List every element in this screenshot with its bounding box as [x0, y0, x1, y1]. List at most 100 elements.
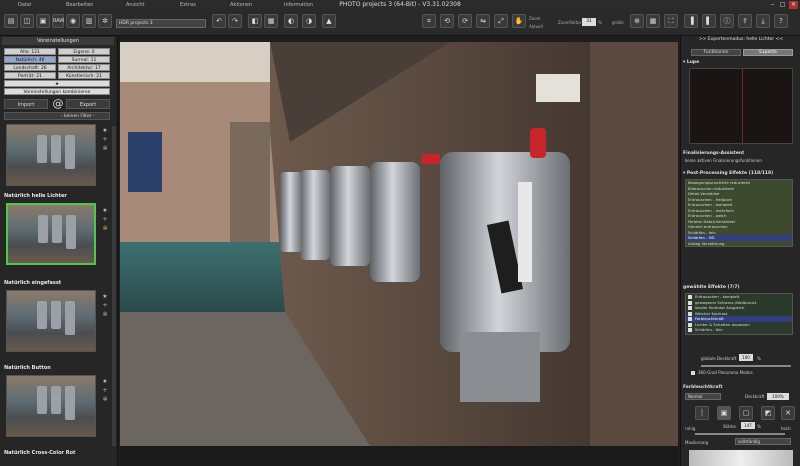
grid-icon[interactable]: ▦ — [646, 14, 660, 28]
filter-eigene[interactable]: Eigene: 0 — [58, 48, 110, 55]
hand-icon[interactable]: ✋ — [512, 14, 526, 28]
filter-portraet[interactable]: Porträt: 21 — [4, 72, 56, 79]
effect-checkbox[interactable] — [688, 322, 692, 327]
effect-checkbox[interactable] — [688, 328, 692, 332]
panel-left-icon[interactable]: ▐ — [684, 14, 698, 28]
share-icon[interactable]: ⇪ — [738, 14, 752, 28]
selected-effect-item[interactable]: Schärfen - fein — [686, 327, 792, 333]
zoom-in-icon[interactable]: ⊕ — [630, 14, 644, 28]
filter-select[interactable]: - keinen Filter - — [4, 112, 110, 120]
open-image-icon[interactable]: ◫ — [20, 14, 34, 28]
save-icon[interactable]: ▣ — [36, 14, 50, 28]
redo-icon[interactable]: ↷ — [228, 14, 242, 28]
tab-experte[interactable]: Experte — [743, 49, 793, 56]
camera-icon[interactable]: ◉ — [66, 14, 80, 28]
zoom-value-input[interactable]: 31 — [582, 18, 596, 26]
mask-add-icon[interactable]: ▣ — [717, 406, 731, 420]
minimize-button[interactable]: ‒ — [768, 1, 777, 9]
mirror-icon[interactable]: ⇋ — [476, 14, 490, 28]
star-icon[interactable]: ★ — [100, 126, 110, 135]
rotate-right-icon[interactable]: ⟳ — [458, 14, 472, 28]
mask-remove-icon[interactable]: ▢ — [739, 406, 753, 420]
undo-icon[interactable]: ↶ — [212, 14, 226, 28]
effect-checkbox[interactable] — [688, 300, 692, 305]
print-icon[interactable]: ▥ — [82, 14, 96, 28]
filter-alle[interactable]: Alle: 121 — [4, 48, 56, 55]
mask-curve[interactable] — [689, 450, 793, 466]
histogram-icon[interactable]: ▲ — [322, 14, 336, 28]
menu-information[interactable]: Information — [284, 0, 313, 10]
filter-natuerlich[interactable]: Natürlich: 46 — [4, 56, 56, 63]
menu-ansicht[interactable]: Ansicht — [126, 0, 144, 10]
menu-datei[interactable]: Datei — [18, 0, 31, 10]
add-icon[interactable]: + — [100, 386, 110, 395]
image-canvas[interactable] — [120, 42, 678, 446]
before-icon[interactable]: ◐ — [284, 14, 298, 28]
opacity-input[interactable]: 100% — [767, 393, 789, 400]
gear-icon[interactable]: ✲ — [100, 144, 110, 153]
open-folder-icon[interactable]: ▤ — [4, 14, 18, 28]
project-select[interactable]: HDR projects 3 — [116, 19, 206, 28]
filter-surreal[interactable]: Surreal: 11 — [58, 56, 110, 63]
panorama-checkbox[interactable]: 360-Grad Panorama Modus — [691, 370, 753, 375]
gear-icon[interactable]: ✲ — [100, 395, 110, 404]
mask-reset-icon[interactable]: ✕ — [781, 406, 795, 420]
effect-checkbox[interactable] — [688, 306, 692, 310]
close-button[interactable]: ✕ — [789, 1, 798, 9]
global-opacity-slider[interactable] — [701, 365, 791, 367]
export-button[interactable]: Export — [66, 99, 110, 109]
preset-thumbnail[interactable] — [6, 290, 96, 352]
star-icon[interactable]: ★ — [100, 377, 110, 386]
preset-thumbnail-selected[interactable] — [6, 203, 96, 265]
post-effect-item[interactable]: Airbag Verstärkung — [686, 241, 792, 247]
filter-favorites[interactable]: ★ — [4, 80, 110, 87]
menu-aktionen[interactable]: Aktionen — [230, 0, 252, 10]
fullscreen-icon[interactable]: ⛶ — [664, 14, 678, 28]
masking-select[interactable]: vollständig — [735, 438, 791, 445]
brush-icon[interactable]: ⏐ — [695, 406, 709, 420]
preset-thumbnail[interactable] — [6, 124, 96, 186]
presets-scrollbar[interactable] — [112, 126, 116, 446]
star-icon[interactable]: ★ — [100, 292, 110, 301]
info-icon[interactable]: ⓘ — [720, 14, 734, 28]
mask-invert-icon[interactable]: ◩ — [761, 406, 775, 420]
raw-button[interactable]: RAW — [52, 14, 64, 28]
at-icon[interactable]: @ — [52, 98, 64, 110]
selected-effects-list[interactable]: Entrauschen - komplett gewogener Schwarz-… — [685, 293, 793, 335]
export-icon[interactable]: ⤓ — [756, 14, 770, 28]
panel-right-icon[interactable]: ▌ — [702, 14, 716, 28]
global-opacity-input[interactable]: 100 — [739, 354, 753, 361]
filter-kuenstlerisch[interactable]: Künstlerisch: 21 — [58, 72, 110, 79]
blend-mode-select[interactable]: Normal — [685, 393, 721, 400]
effect-checkbox[interactable] — [688, 295, 692, 299]
gear-icon[interactable]: ✲ — [100, 310, 110, 319]
post-processing-list[interactable]: Bewegungsunschärfe reduzieren Bildrausche… — [685, 179, 793, 247]
effect-checkbox[interactable] — [688, 317, 692, 321]
after-icon[interactable]: ◑ — [302, 14, 316, 28]
add-icon[interactable]: + — [100, 215, 110, 224]
rotate-left-icon[interactable]: ⟲ — [440, 14, 454, 28]
tab-funktionen[interactable]: Funktionen — [691, 49, 741, 56]
settings-icon[interactable]: ✲ — [98, 14, 112, 28]
fit-icon[interactable]: ⤢ — [494, 14, 508, 28]
menu-bearbeiten[interactable]: Bearbeiten — [66, 0, 93, 10]
add-icon[interactable]: + — [100, 135, 110, 144]
split-view-icon[interactable]: ▦ — [264, 14, 278, 28]
import-button[interactable]: Import — [4, 99, 48, 109]
combine-presets-button[interactable]: Voreinstellungen kombinieren — [4, 88, 110, 95]
compare-icon[interactable]: ◧ — [248, 14, 262, 28]
star-icon[interactable]: ★ — [100, 206, 110, 215]
menu-extras[interactable]: Extras — [180, 0, 196, 10]
preset-thumbnail[interactable] — [6, 375, 96, 437]
effect-checkbox[interactable] — [688, 311, 692, 316]
gear-icon[interactable]: ✲ — [100, 224, 110, 233]
crop-icon[interactable]: ⌗ — [422, 14, 436, 28]
strength-input[interactable]: 147 — [741, 422, 755, 429]
window-title: PHOTO projects 3 (64-Bit) - V3.31.02308 — [339, 1, 461, 8]
maximize-button[interactable]: □ — [778, 1, 787, 9]
filter-landschaft[interactable]: Landschaft: 26 — [4, 64, 56, 71]
filter-architektur[interactable]: Architektur: 17 — [58, 64, 110, 71]
strength-slider[interactable] — [695, 433, 785, 435]
help-icon[interactable]: ? — [774, 14, 788, 28]
add-icon[interactable]: + — [100, 301, 110, 310]
